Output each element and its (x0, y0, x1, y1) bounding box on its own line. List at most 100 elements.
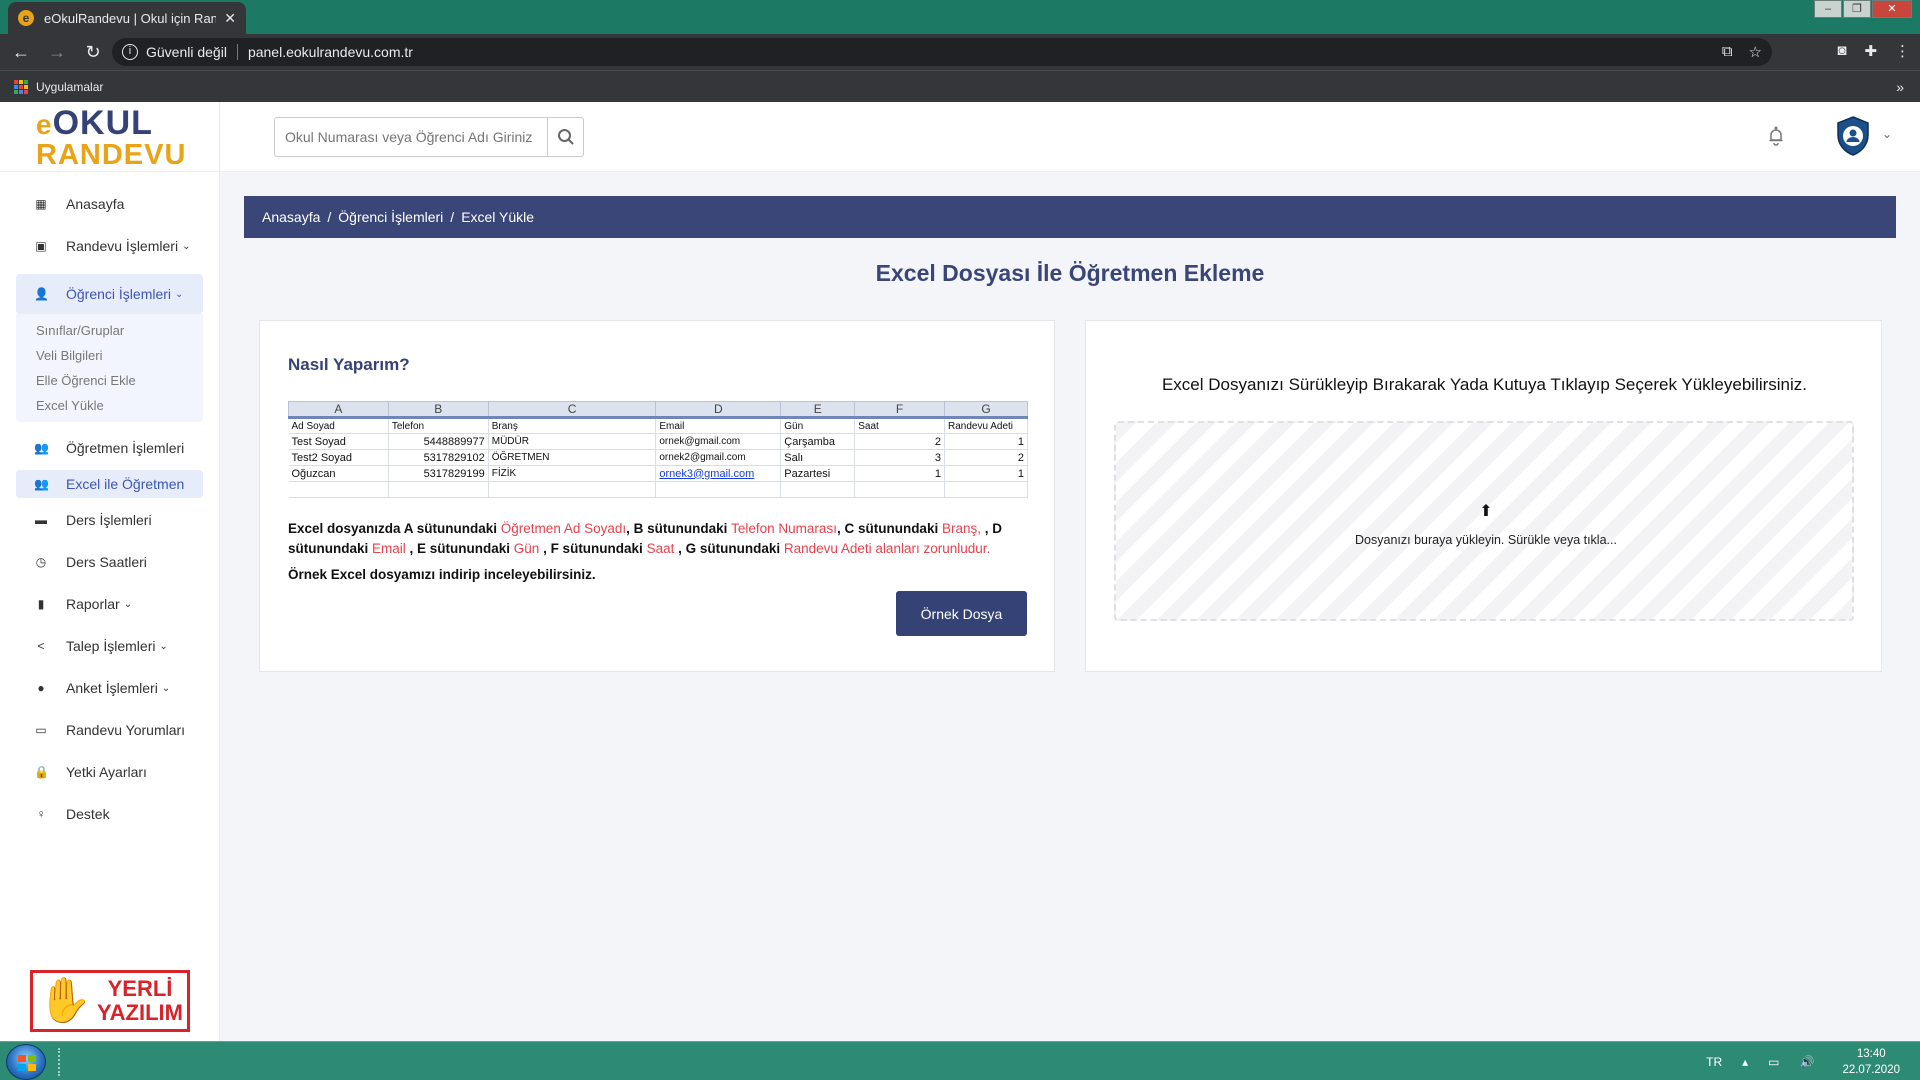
sidebar-item-raporlar[interactable]: ▮ Raporlar ⌄ (16, 584, 203, 624)
windows-logo-icon (18, 1055, 36, 1071)
support-icon: ♀ (36, 807, 46, 821)
submenu-item-siniflar[interactable]: Sınıflar/Gruplar (36, 318, 203, 343)
howto-title: Nasıl Yaparım? (288, 355, 410, 374)
page-title: Excel Dosyası İle Öğretmen Ekleme (875, 260, 1265, 286)
desc-text: , C sütunundaki (836, 521, 942, 536)
logo[interactable]: eOKUL RANDEVU (0, 102, 219, 172)
folder-icon: ▬ (35, 513, 47, 527)
sidebar-item-ders[interactable]: ▬ Ders İşlemleri (16, 500, 203, 540)
volume-icon[interactable]: 🔊 (1799, 1055, 1814, 1069)
tray-expand-icon[interactable]: ▴ (1742, 1055, 1748, 1069)
submenu-item-veli[interactable]: Veli Bilgileri (36, 343, 203, 368)
sidebar-item-label: Destek (66, 806, 110, 822)
windows-taskbar: TR ▴ ▭ 🔊 13:40 22.07.2020 (0, 1041, 1920, 1080)
desc-text: , E sütunundaki (409, 541, 514, 556)
sidebar-item-talep[interactable]: < Talep İşlemleri ⌄ (16, 626, 203, 666)
badge-line2: YAZILIM (97, 1000, 183, 1025)
sidebar-item-label: Raporlar (66, 596, 120, 612)
dropzone-text: Dosyanızı buraya yükleyin. Sürükle veya … (1355, 533, 1617, 547)
sheet-header-row: Ad Soyad Telefon Branş Email Gün Saat Ra… (288, 417, 1029, 434)
reload-icon[interactable]: ↻ (78, 42, 108, 63)
bookmarks-bar: Uygulamalar » (0, 70, 1920, 102)
search-button[interactable] (547, 118, 583, 156)
sidebar-item-ogretmen[interactable]: 👥 Öğretmen İşlemleri (16, 428, 203, 468)
sheet-col: F (854, 401, 945, 419)
info-icon[interactable]: i (122, 44, 138, 60)
bookmarks-more[interactable]: » (1896, 79, 1904, 95)
user-shield-icon[interactable] (1835, 115, 1871, 157)
sheet-cell: ornek3@gmail.com (655, 465, 782, 482)
camera-icon[interactable]: ◙ (1837, 42, 1846, 60)
clock-icon: ◷ (35, 555, 47, 569)
start-button[interactable] (6, 1044, 46, 1080)
chevron-down-icon[interactable]: ⌄ (1882, 127, 1892, 141)
sheet-cell: Telefon (388, 417, 489, 434)
minimize-button[interactable]: – (1814, 0, 1842, 18)
sidebar-item-label: Yetki Ayarları (66, 764, 147, 780)
file-dropzone[interactable]: ⬆ Dosyanızı buraya yükleyin. Sürükle vey… (1114, 421, 1854, 621)
sheet-cell: Oğuzcan (288, 465, 389, 482)
breadcrumb-separator: / (327, 209, 332, 225)
language-indicator[interactable]: TR (1706, 1055, 1722, 1069)
sheet-cell: Branş (488, 417, 657, 434)
back-icon[interactable]: ← (6, 42, 36, 63)
sheet-col: C (487, 401, 657, 419)
upload-title: Excel Dosyanızı Sürükleyip Bırakarak Yad… (1161, 375, 1808, 394)
browser-titlebar: e eOkulRandevu | Okul için Randevu ✕ – ❐… (0, 0, 1920, 34)
sample-file-button[interactable]: Örnek Dosya (896, 591, 1027, 636)
sidebar-item-label: Öğretmen İşlemleri (66, 440, 185, 456)
bookmark-star-icon[interactable]: ☆ (1749, 43, 1762, 61)
search-icon (557, 129, 574, 145)
translate-icon[interactable]: ⧉ (1722, 43, 1733, 61)
sheet-cell: ÖĞRETMEN (488, 449, 657, 466)
breadcrumb-item-anasayfa[interactable]: Anasayfa (262, 209, 320, 225)
browser-menu-icon[interactable]: ⋮ (1895, 42, 1910, 60)
apps-icon[interactable] (14, 79, 28, 94)
sheet-cell: Test2 Soyad (288, 449, 389, 466)
breadcrumb-item-ogrenci[interactable]: Öğrenci İşlemleri (338, 209, 443, 225)
sidebar-item-yorumlar[interactable]: ▭ Randevu Yorumları (16, 710, 203, 750)
sheet-cell: Saat (854, 417, 945, 434)
apps-bookmark[interactable]: Uygulamalar (36, 80, 103, 94)
sheet-cell: 3 (854, 449, 945, 466)
sidebar-item-label: Anket İşlemleri (66, 680, 158, 696)
sidebar-item-excel-ogretmen[interactable]: 👥 Excel ile Öğretmen (16, 470, 203, 498)
clock-time: 13:40 (1856, 1047, 1886, 1060)
comment-icon: ▭ (35, 723, 47, 737)
close-tab-icon[interactable]: ✕ (224, 10, 236, 27)
sidebar-item-label: Ders İşlemleri (66, 512, 152, 528)
dashboard-icon: ▦ (35, 197, 47, 211)
extension-icons: ◙ ✚ ⋮ (1837, 42, 1910, 60)
chevron-down-icon: ⌄ (182, 240, 191, 252)
sidebar-item-ogrenci[interactable]: 👤 Öğrenci İşlemleri ⌄ (16, 274, 203, 314)
browser-toolbar: ← → ↻ i Güvenli değil panel.eokulrandevu… (0, 34, 1920, 70)
restore-button[interactable]: ❐ (1843, 0, 1871, 18)
desc-required: Randevu Adeti alanları zorunludur. (783, 541, 991, 556)
sidebar-item-anket[interactable]: ● Anket İşlemleri ⌄ (16, 668, 203, 708)
submenu-item-elle-ogrenci[interactable]: Elle Öğrenci Ekle (36, 368, 203, 393)
sheet-cell (780, 481, 856, 498)
sidebar-item-destek[interactable]: ♀ Destek (16, 794, 203, 834)
browser-tab[interactable]: e eOkulRandevu | Okul için Randevu ✕ (8, 2, 246, 34)
table-row: Oğuzcan 5317829199 FİZİK ornek3@gmail.co… (288, 465, 1029, 482)
network-icon[interactable]: ▭ (1768, 1055, 1779, 1069)
submenu-item-excel-yukle[interactable]: Excel Yükle (36, 393, 203, 418)
top-header: ⌄ (220, 102, 1920, 172)
sidebar-item-label: Ders Saatleri (66, 554, 147, 570)
url-text[interactable]: panel.eokulrandevu.com.tr (248, 44, 413, 60)
extensions-icon[interactable]: ✚ (1864, 42, 1877, 60)
sheet-cell (854, 481, 945, 498)
forward-icon[interactable]: → (42, 42, 72, 63)
search-input[interactable] (275, 118, 547, 156)
close-window-button[interactable]: ✕ (1872, 0, 1912, 18)
sidebar-item-yetki[interactable]: 🔒 Yetki Ayarları (16, 752, 203, 792)
sample-spreadsheet: A B C D E F G Ad Soyad Telefon Branş Ema… (288, 401, 1029, 498)
sidebar-item-randevu[interactable]: ▣ Randevu İşlemleri ⌄ (16, 226, 203, 266)
sidebar-item-ders-saatleri[interactable]: ◷ Ders Saatleri (16, 542, 203, 582)
address-bar[interactable]: i Güvenli değil panel.eokulrandevu.com.t… (112, 38, 1772, 66)
sidebar-item-anasayfa[interactable]: ▦ Anasayfa (16, 184, 203, 224)
bell-icon[interactable] (1768, 126, 1784, 151)
taskbar-gripper (58, 1048, 64, 1076)
sheet-cell: Gün (780, 417, 856, 434)
clock[interactable]: 13:40 22.07.2020 (1842, 1046, 1900, 1078)
